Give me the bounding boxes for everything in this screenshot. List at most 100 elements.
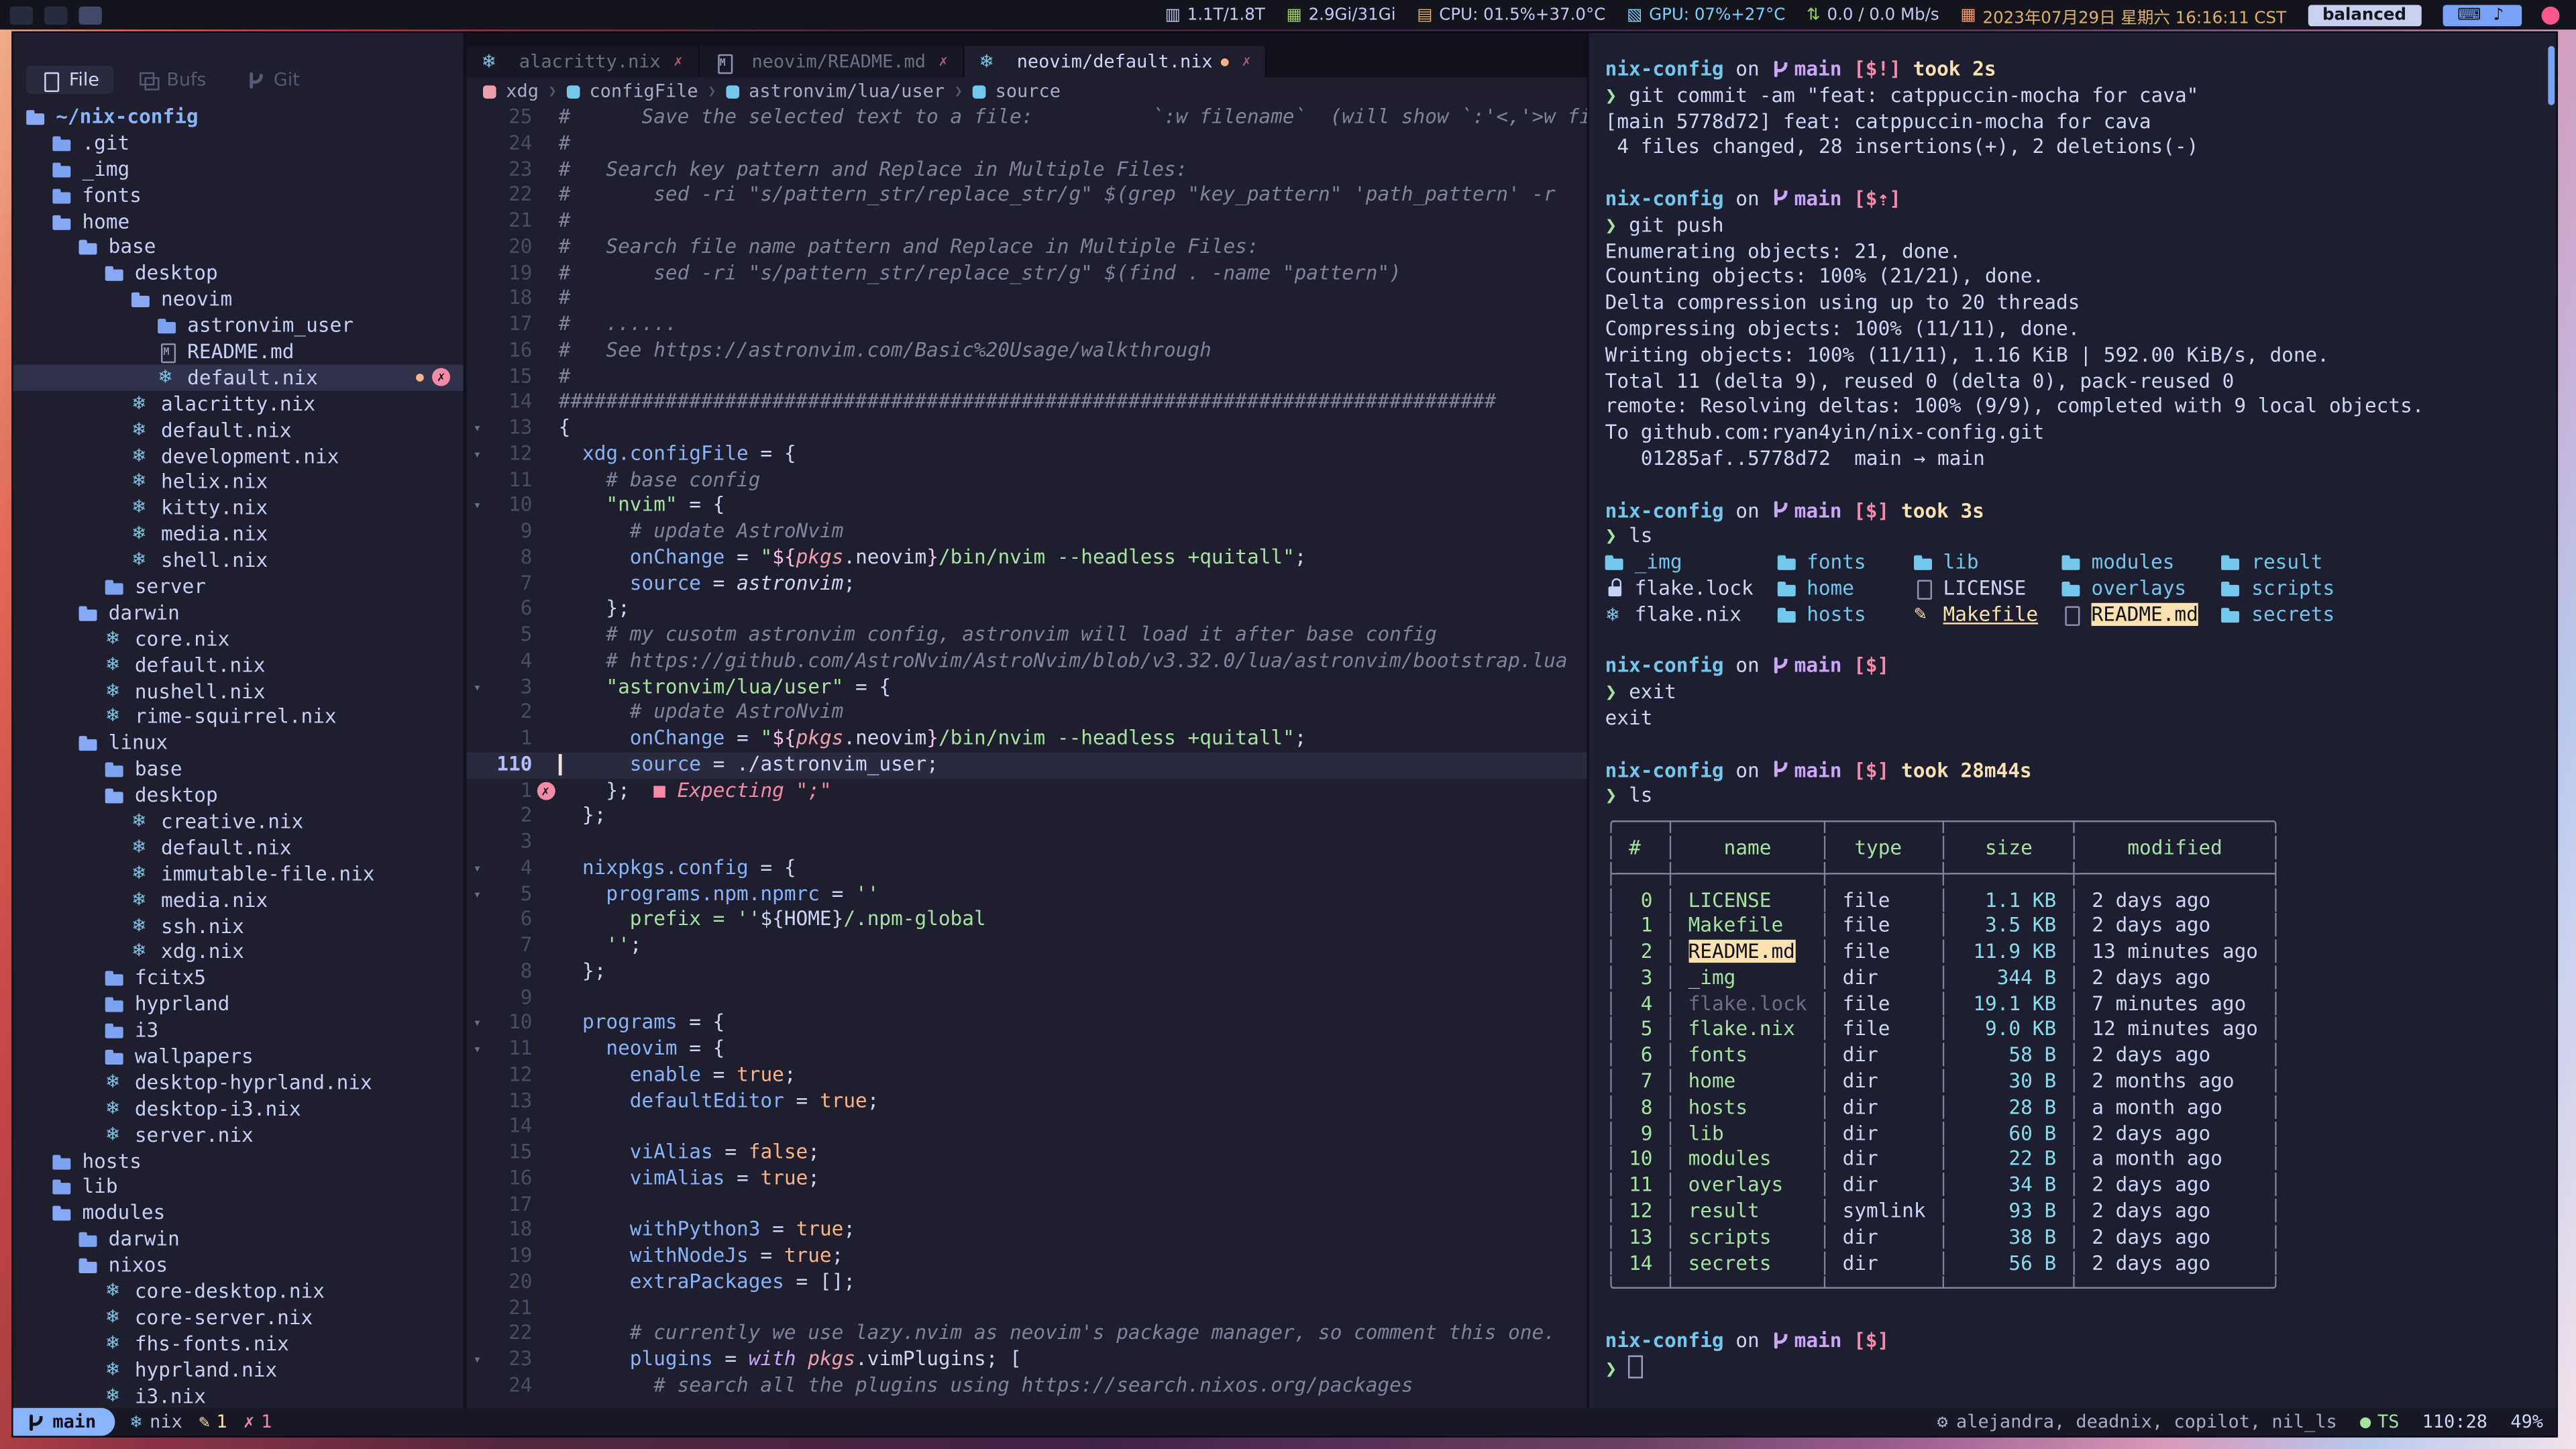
code-line[interactable]: 16# See https://astronvim.com/Basic%20Us…: [467, 338, 1587, 364]
tree-item[interactable]: alacritty.nix: [13, 390, 464, 417]
editor-tab[interactable]: alacritty.nix✗: [467, 46, 700, 78]
code-line[interactable]: 17: [467, 1192, 1587, 1218]
code-line[interactable]: 9: [467, 985, 1587, 1011]
tree-item[interactable]: kitty.nix: [13, 495, 464, 521]
code-line[interactable]: ▾5 programs.npm.npmrc = '': [467, 881, 1587, 908]
tree-item[interactable]: hosts: [13, 1148, 464, 1174]
fold-icon[interactable]: ▾: [467, 493, 488, 519]
code-area[interactable]: 25# Save the selected text to a file: `:…: [467, 105, 1587, 1408]
code-line[interactable]: 8 };: [467, 959, 1587, 985]
code-line[interactable]: ▾13{: [467, 416, 1587, 442]
code-line[interactable]: ▾3 "astronvim/lua/user" = {: [467, 674, 1587, 700]
neotree-tab-git[interactable]: Git: [231, 66, 315, 94]
status-block-gpu[interactable]: GPU: 07%+27°C: [1627, 6, 1785, 24]
editor-tab[interactable]: neovim/README.md✗: [699, 46, 964, 78]
code-line[interactable]: 13 defaultEditor = true;: [467, 1088, 1587, 1114]
tree-item[interactable]: wallpapers: [13, 1043, 464, 1069]
code-line[interactable]: 1✗ }; ■ Expecting ";": [467, 778, 1587, 804]
tree-item[interactable]: base: [13, 234, 464, 260]
code-line[interactable]: ▾10 programs = {: [467, 1011, 1587, 1037]
tree-item[interactable]: creative.nix: [13, 808, 464, 835]
close-icon[interactable]: ✗: [939, 54, 948, 70]
tree-root[interactable]: ~/nix-config: [13, 103, 464, 129]
editor-tab[interactable]: neovim/default.nix●✗: [964, 46, 1267, 78]
code-line[interactable]: 24 # search all the plugins using https:…: [467, 1373, 1587, 1399]
status-block-notification[interactable]: [2542, 6, 2560, 24]
code-line[interactable]: 15 viAlias = false;: [467, 1140, 1587, 1167]
tree-item[interactable]: desktop: [13, 782, 464, 808]
tree-item[interactable]: modules: [13, 1200, 464, 1226]
code-line[interactable]: 25# Save the selected text to a file: `:…: [467, 105, 1587, 131]
code-line[interactable]: 2 # update AstroNvim: [467, 700, 1587, 727]
neotree-tab-bufs[interactable]: Bufs: [124, 66, 221, 94]
status-block-memory[interactable]: 2.9Gi/31Gi: [1287, 6, 1396, 24]
code-line[interactable]: 21#: [467, 209, 1587, 235]
tree-item[interactable]: helix.nix: [13, 469, 464, 495]
tree-item[interactable]: core-desktop.nix: [13, 1278, 464, 1304]
neotree-tab-file[interactable]: File: [26, 66, 114, 94]
tree-item[interactable]: base: [13, 756, 464, 782]
code-line[interactable]: ▾10 "nvim" = {: [467, 493, 1587, 519]
tree-item[interactable]: media.nix: [13, 887, 464, 913]
code-line[interactable]: 3: [467, 830, 1587, 856]
fold-icon[interactable]: ▾: [467, 1011, 488, 1037]
tree-item[interactable]: default.nix●✗: [13, 364, 464, 390]
tree-item[interactable]: i3: [13, 1017, 464, 1043]
tree-item[interactable]: hyprland: [13, 991, 464, 1017]
code-line[interactable]: 7 '';: [467, 933, 1587, 959]
code-line[interactable]: 14######################################…: [467, 390, 1587, 416]
code-line[interactable]: ▾12 xdg.configFile = {: [467, 441, 1587, 468]
tree-item[interactable]: rime-squirrel.nix: [13, 704, 464, 730]
terminal-pane[interactable]: nix-config on main [$!] took 2s❯ git com…: [1587, 33, 2557, 1408]
fold-icon[interactable]: ▾: [467, 441, 488, 468]
tree-item[interactable]: server.nix: [13, 1122, 464, 1148]
tree-item[interactable]: neovim: [13, 286, 464, 313]
tree-item[interactable]: nixos: [13, 1252, 464, 1279]
code-line[interactable]: 19 withNodeJs = true;: [467, 1244, 1587, 1270]
tree-item[interactable]: xdg.nix: [13, 939, 464, 965]
fold-icon[interactable]: ▾: [467, 881, 488, 908]
tree-item[interactable]: README.md: [13, 339, 464, 365]
workspace-indicator[interactable]: [79, 6, 102, 24]
code-line[interactable]: 6 };: [467, 597, 1587, 623]
code-line[interactable]: 17# ......: [467, 312, 1587, 338]
code-line[interactable]: ▾4 nixpkgs.config = {: [467, 855, 1587, 881]
code-line[interactable]: 24#: [467, 131, 1587, 157]
tree-item[interactable]: desktop-hyprland.nix: [13, 1069, 464, 1095]
tree-item[interactable]: fonts: [13, 182, 464, 208]
code-line[interactable]: 16 vimAlias = true;: [467, 1166, 1587, 1192]
tree-item[interactable]: darwin: [13, 1226, 464, 1252]
fold-icon[interactable]: ▾: [467, 1347, 488, 1373]
git-branch-segment[interactable]: main: [13, 1408, 115, 1436]
diagnostic-warning[interactable]: ✎ 1: [199, 1411, 227, 1433]
code-line[interactable]: 23# Search key pattern and Replace in Mu…: [467, 157, 1587, 183]
fold-icon[interactable]: ▾: [467, 855, 488, 881]
tree-item[interactable]: desktop-i3.nix: [13, 1095, 464, 1122]
tree-item[interactable]: home: [13, 208, 464, 234]
code-line[interactable]: 5 # my cusotm astronvim config, astronvi…: [467, 623, 1587, 649]
code-line[interactable]: 12 enable = true;: [467, 1063, 1587, 1089]
code-line[interactable]: 110 source = ./astronvim_user;: [467, 752, 1587, 778]
code-line[interactable]: 20# Search file name pattern and Replace…: [467, 235, 1587, 261]
tree-item[interactable]: desktop: [13, 260, 464, 286]
code-line[interactable]: ▾11 neovim = {: [467, 1036, 1587, 1063]
code-line[interactable]: 18 withPython3 = true;: [467, 1218, 1587, 1244]
tree-item[interactable]: linux: [13, 730, 464, 756]
fold-icon[interactable]: ▾: [467, 416, 488, 442]
fold-icon[interactable]: ▾: [467, 674, 488, 700]
tree-item[interactable]: core-server.nix: [13, 1304, 464, 1330]
code-line[interactable]: 14: [467, 1114, 1587, 1140]
tree-item[interactable]: lib: [13, 1174, 464, 1200]
workspace-indicator[interactable]: [10, 6, 33, 24]
code-line[interactable]: 22# sed -ri "s/pattern_str/replace_str/g…: [467, 182, 1587, 209]
code-line[interactable]: 9 # update AstroNvim: [467, 519, 1587, 545]
code-line[interactable]: 20 extraPackages = [];: [467, 1269, 1587, 1295]
code-line[interactable]: ▾23 plugins = with pkgs.vimPlugins; [: [467, 1347, 1587, 1373]
tree-item[interactable]: .git: [13, 129, 464, 156]
tree-item[interactable]: i3.nix: [13, 1383, 464, 1408]
terminal-scrollbar-thumb[interactable]: [2548, 46, 2555, 105]
tree-item[interactable]: fhs-fonts.nix: [13, 1330, 464, 1356]
tree-item[interactable]: core.nix: [13, 626, 464, 652]
status-block-cpu[interactable]: CPU: 01.5%+37.0°C: [1417, 6, 1605, 24]
workspace-indicator[interactable]: [44, 6, 67, 24]
